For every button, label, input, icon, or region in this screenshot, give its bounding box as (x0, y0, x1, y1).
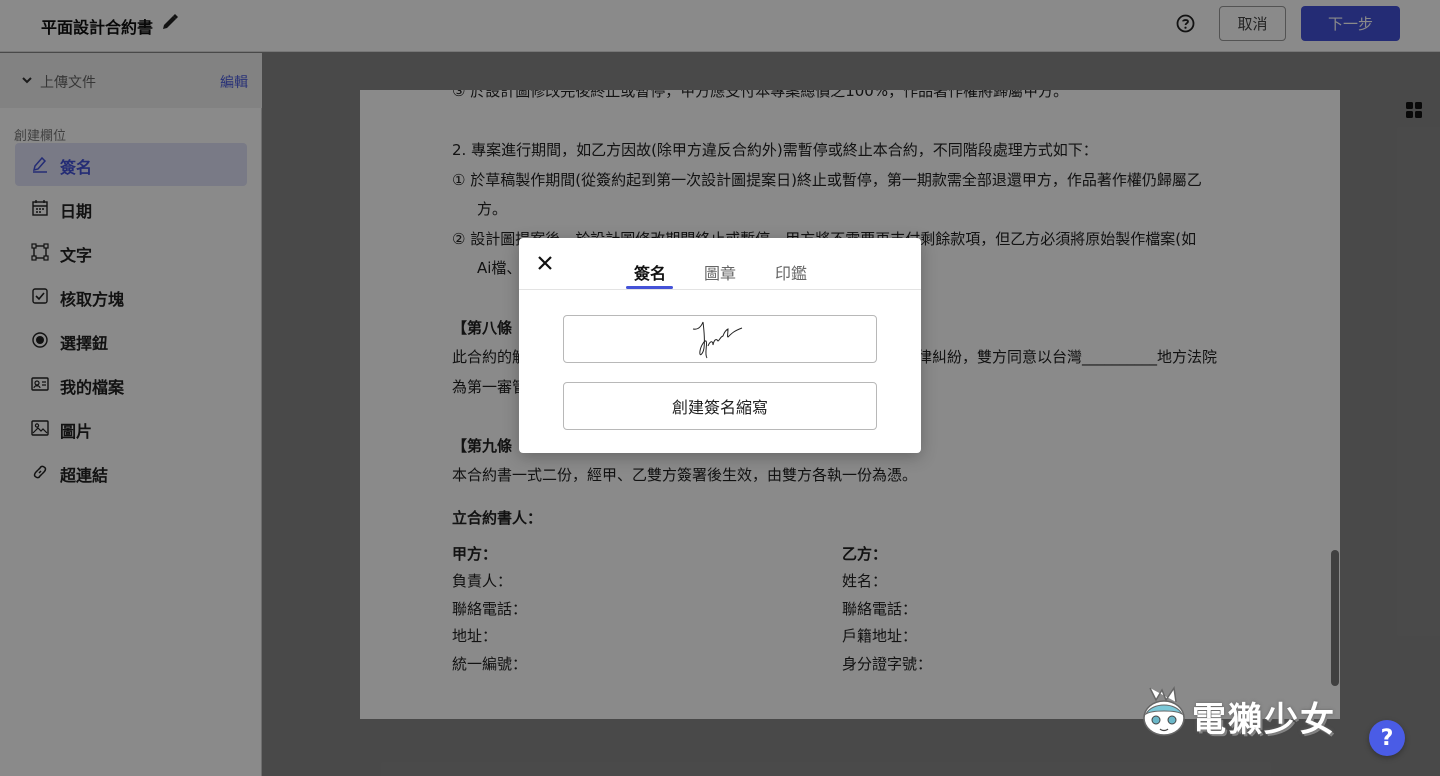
signature-modal: 簽名 圖章 印鑑 創建簽名縮寫 (519, 238, 921, 453)
tab-seal[interactable]: 印鑑 (775, 260, 807, 284)
tab-stamp[interactable]: 圖章 (704, 260, 736, 284)
watermark-text: 電獺少女 (1192, 700, 1336, 740)
create-initials-button[interactable]: 創建簽名縮寫 (563, 382, 877, 430)
tab-signature[interactable]: 簽名 (634, 260, 666, 284)
modal-divider (519, 289, 921, 290)
help-button[interactable]: ? (1369, 720, 1405, 756)
watermark-logo: 電獺少女 (1140, 684, 1340, 744)
close-icon[interactable] (535, 253, 555, 273)
handwritten-signature (692, 321, 743, 359)
signature-preview-box[interactable] (563, 315, 877, 363)
mascot-icon (1143, 685, 1185, 736)
